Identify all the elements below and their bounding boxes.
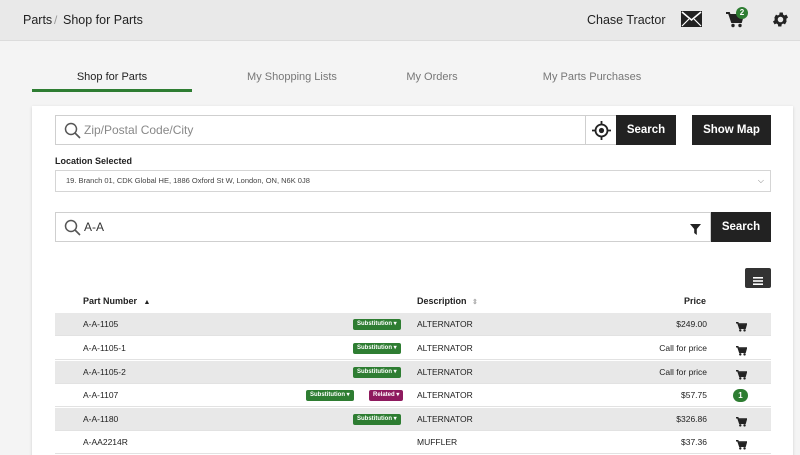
filter-button[interactable] — [680, 212, 711, 242]
header-description[interactable]: Description ⇕ — [417, 296, 478, 306]
add-to-cart-icon[interactable] — [736, 414, 748, 432]
location-search-button[interactable]: Search — [616, 115, 676, 145]
part-search-button[interactable]: Search — [711, 212, 771, 242]
location-selected-label: Location Selected — [55, 156, 133, 166]
gear-icon[interactable] — [771, 10, 790, 34]
part-price: Call for price — [659, 367, 707, 377]
part-description: ALTERNATOR — [417, 414, 473, 424]
table-row: A-A-1180 Substitution ▾ ALTERNATOR $326.… — [55, 408, 771, 431]
table-row: A-A-1107 Substitution ▾ Related ▾ ALTERN… — [55, 384, 771, 407]
mail-icon[interactable] — [681, 11, 702, 32]
part-price: $37.36 — [681, 437, 707, 447]
add-to-cart-icon[interactable] — [736, 343, 748, 361]
filter-icon — [690, 222, 701, 240]
part-description: ALTERNATOR — [417, 367, 473, 377]
related-dropdown[interactable]: Related ▾ — [369, 390, 404, 401]
search-icon — [64, 122, 81, 144]
table-row: A-A-1105-2 Substitution ▾ ALTERNATOR Cal… — [55, 361, 771, 384]
substitution-dropdown[interactable]: Substitution ▾ — [353, 367, 401, 378]
location-search-box — [55, 115, 586, 145]
tab-my-shopping-lists[interactable]: My Shopping Lists — [212, 62, 372, 92]
search-icon — [64, 219, 81, 241]
part-search-input[interactable] — [84, 213, 664, 241]
part-number[interactable]: A-A-1105 — [83, 313, 118, 336]
sort-icon: ⇕ — [472, 299, 478, 306]
location-search-input[interactable] — [84, 116, 574, 144]
part-search-box — [55, 212, 681, 242]
cart-count-badge: 2 — [736, 7, 748, 19]
part-description: MUFFLER — [417, 437, 458, 447]
substitution-dropdown[interactable]: Substitution ▾ — [353, 319, 401, 330]
breadcrumb-current: Shop for Parts — [63, 13, 143, 27]
part-price: $249.00 — [676, 319, 707, 329]
substitution-dropdown[interactable]: Substitution ▾ — [353, 343, 401, 354]
part-number[interactable]: A-A-1105-2 — [83, 361, 126, 384]
part-price: $326.86 — [676, 414, 707, 424]
table-row: A-AA2214R MUFFLER $37.36 — [55, 431, 771, 454]
breadcrumb-parts[interactable]: Parts — [23, 13, 52, 27]
tab-my-orders[interactable]: My Orders — [362, 62, 502, 92]
chevron-down-icon: ⌵ — [757, 176, 764, 185]
part-price: $57.75 — [681, 390, 707, 400]
user-name[interactable]: Chase Tractor — [587, 13, 666, 27]
add-to-cart-icon[interactable] — [736, 319, 748, 337]
sort-ascending-icon: ▲ — [143, 299, 151, 306]
column-menu-button[interactable] — [745, 268, 771, 288]
top-bar: Parts / Shop for Parts Chase Tractor 2 — [0, 0, 800, 41]
show-map-button[interactable]: Show Map — [692, 115, 771, 145]
table-row: A-A-1105 Substitution ▾ ALTERNATOR $249.… — [55, 313, 771, 336]
tab-shop-for-parts[interactable]: Shop for Parts — [32, 62, 192, 92]
part-number[interactable]: A-A-1180 — [83, 408, 118, 431]
locate-me-button[interactable] — [585, 115, 617, 145]
location-select-value: 19. Branch 01, CDK Global HE, 1886 Oxfor… — [66, 176, 310, 185]
part-number[interactable]: A-AA2214R — [83, 431, 128, 454]
substitution-dropdown[interactable]: Substitution ▾ — [353, 414, 401, 425]
part-description: ALTERNATOR — [417, 390, 473, 400]
part-number[interactable]: A-A-1107 — [83, 384, 118, 407]
crosshair-icon — [592, 121, 611, 145]
location-select[interactable]: 19. Branch 01, CDK Global HE, 1886 Oxfor… — [55, 170, 771, 192]
header-price: Price — [684, 296, 707, 306]
add-to-cart-icon[interactable] — [736, 367, 748, 385]
add-to-cart-icon[interactable] — [736, 437, 748, 455]
substitution-dropdown[interactable]: Substitution ▾ — [306, 390, 354, 401]
table-row: A-A-1105-1 Substitution ▾ ALTERNATOR Cal… — [55, 337, 771, 360]
part-description: ALTERNATOR — [417, 343, 473, 353]
part-price: Call for price — [659, 343, 707, 353]
part-number[interactable]: A-A-1105-1 — [83, 337, 126, 360]
header-part-number[interactable]: Part Number ▲ — [83, 296, 150, 306]
tab-bar: Shop for Parts My Shopping Lists My Orde… — [32, 62, 765, 92]
tab-my-parts-purchases[interactable]: My Parts Purchases — [522, 62, 662, 92]
part-description: ALTERNATOR — [417, 319, 473, 329]
cart-quantity-badge[interactable]: 1 — [733, 389, 748, 402]
menu-icon — [753, 273, 763, 291]
breadcrumb-separator: / — [54, 13, 58, 27]
